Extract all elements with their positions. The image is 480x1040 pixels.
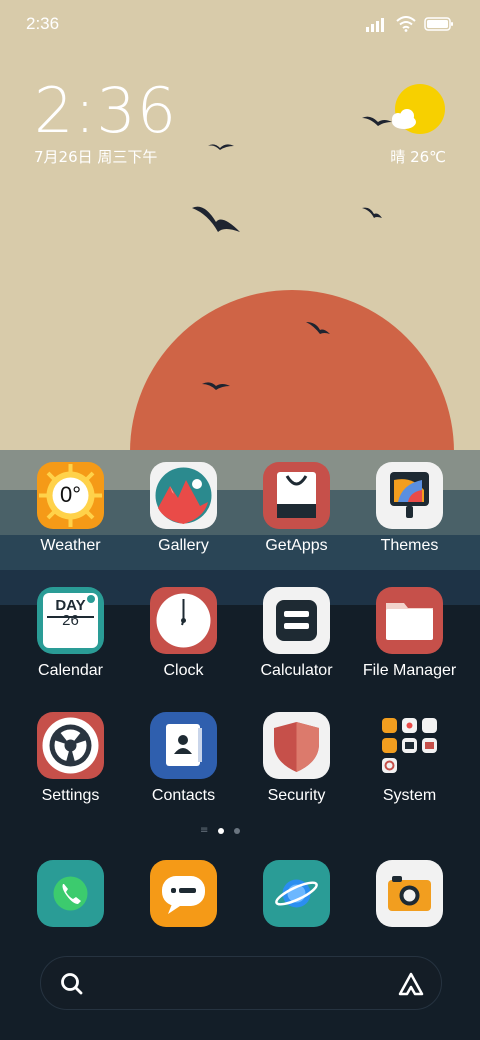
status-time: 2:36 (26, 14, 60, 33)
app-clock[interactable]: Clock (127, 587, 240, 697)
folder-icon (376, 587, 443, 654)
app-security[interactable]: Security (240, 712, 353, 822)
phone-icon (53, 876, 88, 911)
calendar-icon: DAY 26 (37, 587, 104, 654)
messages-icon (162, 876, 205, 914)
security-icon (263, 712, 330, 779)
weather-badge: 0° (59, 482, 82, 507)
dock-phone[interactable] (37, 860, 104, 927)
assistant-icon[interactable] (397, 970, 425, 998)
app-label: Clock (163, 662, 204, 679)
sun-cloud-icon (392, 84, 445, 134)
app-label: Contacts (151, 787, 216, 804)
app-weather[interactable]: 0° Weather (14, 462, 127, 572)
weather-icon: 0° (37, 462, 104, 529)
clock-icon (150, 587, 217, 654)
app-file-manager[interactable]: File Manager (353, 587, 466, 697)
app-label: System (382, 787, 437, 804)
app-label: Settings (41, 787, 100, 804)
app-label: Calendar (38, 662, 103, 679)
battery-icon (424, 17, 453, 31)
app-label: File Manager (362, 662, 457, 679)
page-indicator[interactable]: ≡ (200, 825, 241, 836)
app-themes[interactable]: Themes (353, 462, 466, 572)
clock-widget[interactable]: 2:36 7月26日 周三下午 (34, 78, 177, 167)
page-dot (234, 828, 241, 834)
dock-messages[interactable] (150, 860, 217, 927)
app-gallery[interactable]: Gallery (127, 462, 240, 572)
calculator-icon (263, 587, 330, 654)
dock-camera[interactable] (376, 860, 443, 927)
page-dot-current (218, 828, 225, 834)
app-getapps[interactable]: GetApps (240, 462, 353, 572)
app-label: Themes (380, 537, 439, 554)
themes-icon (376, 462, 443, 529)
search-icon (61, 973, 83, 995)
app-settings[interactable]: Settings (14, 712, 127, 822)
getapps-icon (263, 462, 330, 529)
gallery-icon (150, 462, 217, 529)
status-bar: 2:36 (0, 0, 480, 50)
widget-time: 2:36 (34, 74, 178, 147)
weather-widget[interactable]: 晴 26℃ (356, 84, 446, 166)
status-icons (366, 16, 454, 32)
app-label: Weather (40, 537, 101, 554)
signal-icon (366, 18, 384, 32)
browser-icon (275, 879, 318, 908)
contacts-icon (150, 712, 217, 779)
app-label: Gallery (158, 537, 209, 554)
app-contacts[interactable]: Contacts (127, 712, 240, 822)
system-folder-icon (376, 712, 443, 779)
settings-icon (37, 712, 104, 779)
camera-icon (388, 876, 431, 911)
widget-date: 7月26日 周三下午 (34, 148, 158, 166)
app-label: Security (267, 787, 326, 804)
app-system-folder[interactable]: System (353, 712, 466, 822)
app-label: GetApps (265, 537, 328, 554)
wifi-icon (396, 16, 416, 32)
page-list-icon: ≡ (200, 825, 209, 836)
app-calendar[interactable]: DAY 26 Calendar (14, 587, 127, 697)
app-calculator[interactable]: Calculator (240, 587, 353, 697)
calendar-day-num: 26 (62, 612, 79, 629)
app-label: Calculator (260, 662, 333, 679)
search-bar[interactable] (40, 956, 442, 1010)
weather-text: 晴 26℃ (390, 148, 446, 166)
dock-browser[interactable] (263, 860, 330, 927)
